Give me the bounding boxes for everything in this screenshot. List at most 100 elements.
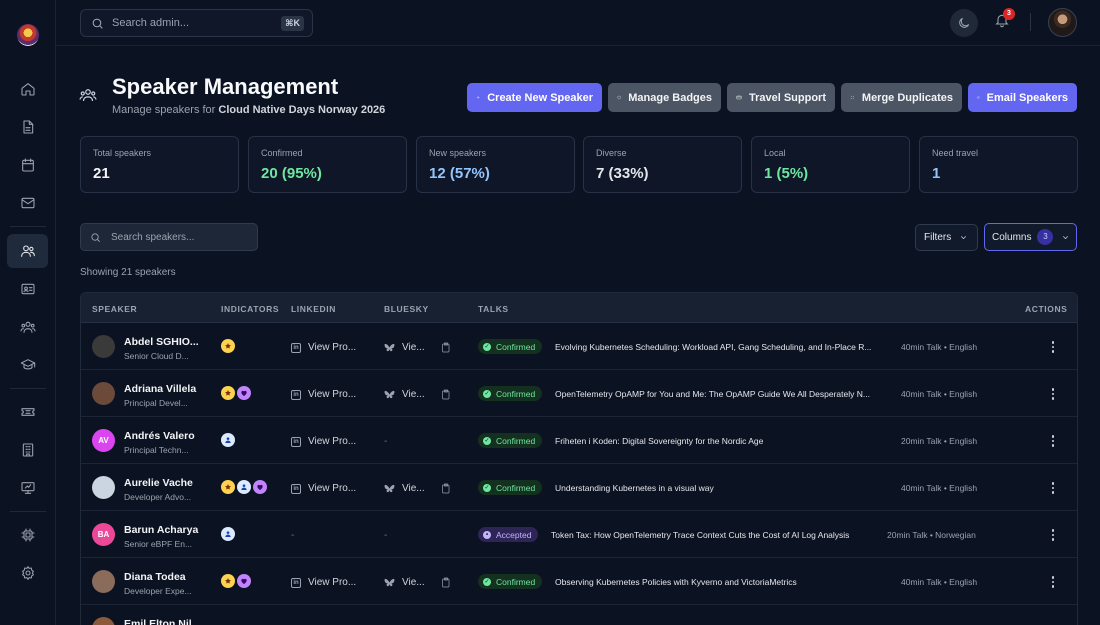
person-icon bbox=[221, 433, 235, 447]
linkedin-icon: in bbox=[291, 389, 301, 400]
talk-title[interactable]: Understanding Kubernetes in a visual way bbox=[555, 483, 714, 493]
page-subtitle: Manage speakers for Cloud Native Days No… bbox=[112, 104, 385, 116]
table-row[interactable]: Aurelie Vache Developer Advo... in View Pro… bbox=[81, 464, 1077, 511]
talk-title[interactable]: Friheten i Koden: Digital Sovereignty fo… bbox=[555, 436, 763, 446]
table-row[interactable]: Adriana Villela Principal Devel... in View … bbox=[81, 370, 1077, 417]
speaker-name[interactable]: Barun Acharya bbox=[124, 524, 198, 536]
linkedin-label: View Pro... bbox=[308, 389, 357, 400]
ticket-icon[interactable] bbox=[7, 395, 48, 429]
topbar: Search admin... ⌘K 3 bbox=[56, 0, 1100, 46]
status-badge: ✓ Confirmed bbox=[478, 480, 543, 495]
presentation-icon[interactable] bbox=[7, 471, 48, 505]
notifications-button[interactable]: 3 bbox=[994, 8, 1015, 32]
email-speakers-button[interactable]: Email Speakers bbox=[968, 83, 1077, 112]
table-row[interactable]: Diana Todea Developer Expe... in View Pro..… bbox=[81, 558, 1077, 605]
linkedin-label: View Pro... bbox=[308, 483, 357, 494]
column-header-bluesky[interactable]: BLUESKY bbox=[384, 304, 429, 314]
row-actions-menu[interactable] bbox=[1046, 526, 1060, 544]
row-actions-menu[interactable] bbox=[1046, 479, 1060, 497]
stat-label: New speakers bbox=[429, 148, 487, 158]
status-label: Accepted bbox=[496, 529, 532, 540]
speaker-search-placeholder: Search speakers... bbox=[111, 231, 195, 243]
graduation-cap-icon[interactable] bbox=[7, 348, 48, 382]
row-actions-menu[interactable] bbox=[1046, 385, 1060, 403]
plus-icon bbox=[476, 96, 480, 99]
travel-support-button[interactable]: Travel Support bbox=[727, 83, 835, 112]
linkedin-empty: - bbox=[291, 530, 295, 541]
merge-duplicates-button[interactable]: Merge Duplicates bbox=[841, 83, 962, 112]
star-icon bbox=[221, 386, 235, 400]
indicators bbox=[221, 339, 235, 353]
column-header-speaker[interactable]: SPEAKER bbox=[92, 304, 137, 314]
talk-title[interactable]: Evolving Kubernetes Scheduling: Workload… bbox=[555, 342, 871, 352]
speaker-search-input[interactable]: Search speakers... bbox=[80, 223, 258, 251]
copy-icon[interactable] bbox=[441, 483, 451, 497]
mail-icon[interactable] bbox=[7, 186, 48, 220]
chip-icon[interactable] bbox=[7, 518, 48, 552]
speaker-name[interactable]: Andrés Valero bbox=[124, 430, 195, 442]
linkedin-link[interactable]: in View Pro... bbox=[291, 436, 356, 447]
speaker-avatar bbox=[92, 617, 115, 625]
speaker-name[interactable]: Diana Todea bbox=[124, 571, 186, 583]
app-logo[interactable] bbox=[17, 24, 39, 46]
speaker-title: Developer Advo... bbox=[124, 492, 192, 502]
linkedin-link[interactable]: in View Pro... bbox=[291, 577, 356, 588]
bluesky-link[interactable]: Vie... bbox=[384, 483, 425, 494]
row-actions-menu[interactable] bbox=[1046, 432, 1060, 450]
row-actions-menu[interactable] bbox=[1046, 338, 1060, 356]
talk-title[interactable]: Token Tax: How OpenTelemetry Trace Conte… bbox=[551, 530, 849, 540]
speaker-name[interactable]: Abdel SGHIO... bbox=[124, 336, 199, 348]
chevron-down-icon bbox=[1063, 235, 1069, 239]
indicators bbox=[221, 527, 235, 541]
table-row[interactable]: BA Barun Acharya Senior eBPF En... - - • Accep… bbox=[81, 511, 1077, 558]
admin-search-input[interactable]: Search admin... ⌘K bbox=[80, 9, 313, 37]
create-speaker-label: Create New Speaker bbox=[487, 91, 593, 104]
calendar-icon[interactable] bbox=[7, 148, 48, 182]
stat-label: Need travel bbox=[932, 148, 979, 158]
status-badge: ✓ Confirmed bbox=[478, 433, 543, 448]
speaker-name[interactable]: Aurelie Vache bbox=[124, 477, 193, 489]
group-icon[interactable] bbox=[7, 310, 48, 344]
linkedin-link[interactable]: in View Pro... bbox=[291, 389, 356, 400]
table-row[interactable]: Abdel SGHIO... Senior Cloud D... in View Pr… bbox=[81, 323, 1077, 370]
column-header-indicators[interactable]: INDICATORS bbox=[221, 304, 279, 314]
linkedin-link[interactable]: in View Pro... bbox=[291, 483, 356, 494]
linkedin-link[interactable]: in View Pro... bbox=[291, 342, 356, 353]
create-speaker-button[interactable]: Create New Speaker bbox=[467, 83, 602, 112]
email-speakers-label: Email Speakers bbox=[986, 91, 1068, 104]
columns-button[interactable]: Columns 3 bbox=[984, 223, 1077, 251]
indicators bbox=[221, 574, 251, 588]
building-icon[interactable] bbox=[7, 433, 48, 467]
bluesky-link[interactable]: Vie... bbox=[384, 389, 425, 400]
id-card-icon[interactable] bbox=[7, 272, 48, 306]
talk-title[interactable]: OpenTelemetry OpAMP for You and Me: The … bbox=[555, 389, 870, 399]
theme-toggle-button[interactable] bbox=[950, 9, 978, 37]
table-row[interactable]: Emil Elton Nil... bbox=[81, 605, 1077, 625]
stat-value: 21 bbox=[93, 165, 110, 182]
card-icon bbox=[736, 95, 742, 100]
bluesky-link[interactable]: Vie... bbox=[384, 577, 425, 588]
filters-button[interactable]: Filters bbox=[915, 224, 978, 251]
talk-title[interactable]: Observing Kubernetes Policies with Kyver… bbox=[555, 577, 797, 587]
bluesky-link[interactable]: Vie... bbox=[384, 342, 425, 353]
column-header-linkedin[interactable]: LINKEDIN bbox=[291, 304, 336, 314]
search-icon bbox=[92, 18, 103, 29]
speaker-name[interactable]: Adriana Villela bbox=[124, 383, 196, 395]
document-icon[interactable] bbox=[7, 110, 48, 144]
linkedin-label: View Pro... bbox=[308, 436, 357, 447]
copy-icon[interactable] bbox=[441, 389, 451, 403]
home-icon[interactable] bbox=[7, 72, 48, 106]
settings-icon[interactable] bbox=[7, 556, 48, 590]
speaker-name[interactable]: Emil Elton Nil... bbox=[124, 618, 200, 625]
speaker-avatar bbox=[92, 382, 115, 405]
copy-icon[interactable] bbox=[441, 577, 451, 591]
user-avatar[interactable] bbox=[1048, 8, 1077, 37]
bluesky-label: Vie... bbox=[402, 483, 425, 494]
table-row[interactable]: AV Andrés Valero Principal Techn... in View … bbox=[81, 417, 1077, 464]
manage-badges-button[interactable]: Manage Badges bbox=[608, 83, 721, 112]
speakers-icon[interactable] bbox=[7, 234, 48, 268]
column-header-talks[interactable]: TALKS bbox=[478, 304, 509, 314]
row-actions-menu[interactable] bbox=[1046, 573, 1060, 591]
stat-label: Confirmed bbox=[261, 148, 303, 158]
copy-icon[interactable] bbox=[441, 342, 451, 356]
